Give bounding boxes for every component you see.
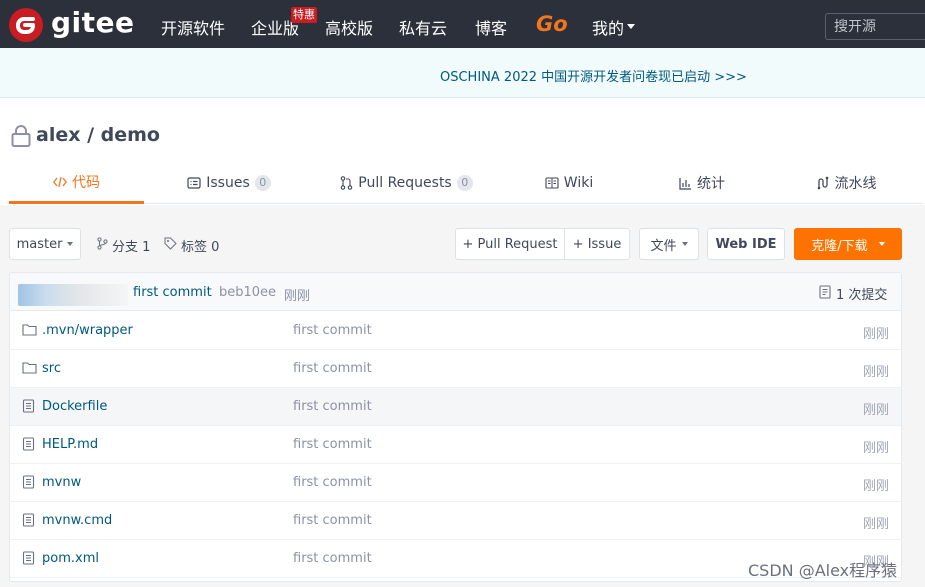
file-name[interactable]: mvnw.cmd — [42, 513, 112, 528]
search-input[interactable] — [825, 13, 925, 40]
file-name[interactable]: .mvn/wrapper — [42, 323, 133, 338]
file-commit-message[interactable]: first commit — [293, 361, 372, 376]
file-commit-message[interactable]: first commit — [293, 513, 372, 528]
file-icon — [22, 513, 35, 532]
gitee-logo-icon[interactable] — [9, 8, 43, 42]
file-commit-message[interactable]: first commit — [293, 551, 372, 566]
nav-item-blog[interactable]: 博客 — [475, 15, 507, 39]
announcement-link[interactable]: OSCHINA 2022 中国开源开发者问卷现已启动 >>> — [440, 66, 747, 85]
table-row[interactable]: .mvn/wrapper first commit 刚刚 — [10, 312, 901, 350]
announcement-banner: OSCHINA 2022 中国开源开发者问卷现已启动 >>> — [0, 48, 925, 98]
new-pull-request-button[interactable]: + Pull Request — [455, 228, 565, 260]
new-issue-button[interactable]: + Issue — [565, 228, 630, 260]
latest-commit-time: 刚刚 — [284, 289, 311, 304]
tab-pipeline[interactable]: 流水线 — [806, 163, 886, 203]
file-time: 刚刚 — [862, 365, 889, 380]
file-menu-label: 文件 — [650, 238, 677, 254]
branches-count: 分支 1 — [112, 240, 151, 255]
latest-commit-message[interactable]: first commit — [133, 285, 212, 300]
table-row[interactable]: src first commit 刚刚 — [10, 350, 901, 388]
chevron-down-icon — [681, 242, 688, 246]
table-row[interactable]: HELP.md first commit 刚刚 — [10, 426, 901, 464]
tab-stats-label: 统计 — [697, 176, 725, 192]
tab-code[interactable]: 代码 — [9, 163, 144, 204]
latest-commit-row: first commit beb10ee 刚刚 1 次提交 — [10, 273, 901, 311]
file-icon — [22, 399, 35, 418]
commit-count: 1 次提交 — [836, 288, 888, 303]
nav-item-mine[interactable]: 我的 — [592, 15, 624, 39]
file-icon — [22, 475, 35, 494]
clone-download-button[interactable]: 克隆/下载 — [794, 228, 902, 260]
chevron-down-icon[interactable] — [627, 24, 635, 29]
issues-count-badge: 0 — [254, 175, 271, 191]
file-time: 刚刚 — [862, 479, 889, 494]
tab-pull-requests[interactable]: Pull Requests 0 — [339, 163, 474, 203]
tags-link[interactable]: 标签 0 — [164, 236, 219, 255]
code-icon — [53, 176, 67, 188]
nav-item-education[interactable]: 高校版 — [325, 15, 373, 39]
repo-tabs: 代码 Issues 0 Pull Requests 0 Wiki 统计 流水线 — [9, 163, 923, 204]
branch-select[interactable]: master — [9, 228, 81, 260]
file-commit-message[interactable]: first commit — [293, 475, 372, 490]
commit-history-icon — [819, 284, 831, 303]
file-name[interactable]: pom.xml — [42, 551, 99, 566]
file-name[interactable]: mvnw — [42, 475, 81, 490]
branches-link[interactable]: 分支 1 — [97, 236, 150, 255]
folder-icon — [22, 323, 37, 341]
chevron-down-icon — [878, 242, 885, 246]
issues-icon — [187, 176, 201, 190]
tab-wiki[interactable]: Wiki — [539, 163, 599, 203]
file-time: 刚刚 — [862, 327, 889, 342]
discount-badge: 特惠 — [291, 7, 317, 23]
watermark: CSDN @Alex程序猿 — [748, 561, 898, 580]
file-commit-message[interactable]: first commit — [293, 399, 372, 414]
file-commit-message[interactable]: first commit — [293, 323, 372, 338]
nav-item-private-cloud[interactable]: 私有云 — [399, 15, 447, 39]
branch-icon — [97, 237, 108, 254]
table-row[interactable]: mvnw first commit 刚刚 — [10, 464, 901, 502]
tab-wiki-label: Wiki — [563, 175, 594, 191]
pull-request-icon — [340, 176, 353, 190]
stats-icon — [679, 177, 692, 190]
file-menu-button[interactable]: 文件 — [639, 228, 699, 260]
file-time: 刚刚 — [862, 517, 889, 532]
pipeline-icon — [816, 176, 830, 190]
tab-pull-requests-label: Pull Requests — [358, 175, 452, 191]
tab-code-label: 代码 — [72, 175, 100, 191]
tag-icon — [164, 237, 177, 254]
gitee-logo-text[interactable]: gitee — [51, 6, 135, 39]
branch-select-label: master — [16, 236, 63, 252]
folder-icon — [22, 361, 37, 379]
table-row[interactable]: mvnw.cmd first commit 刚刚 — [10, 502, 901, 540]
file-name[interactable]: src — [42, 361, 61, 376]
chevron-down-icon — [67, 242, 74, 246]
avatar[interactable] — [18, 284, 128, 306]
file-commit-message[interactable]: first commit — [293, 437, 372, 452]
pull-requests-count-badge: 0 — [456, 175, 473, 191]
file-name[interactable]: HELP.md — [42, 437, 98, 452]
tab-stats[interactable]: 统计 — [672, 163, 732, 203]
wiki-icon — [545, 177, 559, 189]
file-time: 刚刚 — [862, 441, 889, 456]
file-list: first commit beb10ee 刚刚 1 次提交 .mvn/wrapp… — [9, 272, 902, 582]
nav-item-open-source[interactable]: 开源软件 — [161, 15, 225, 39]
top-navigation-bar: gitee 开源软件 企业版 特惠 高校版 私有云 博客 Go 我的 — [0, 0, 925, 48]
lock-icon — [10, 124, 32, 148]
file-icon — [22, 551, 35, 570]
file-icon — [22, 437, 35, 456]
project-title[interactable]: alex / demo — [36, 124, 160, 146]
tab-issues-label: Issues — [206, 175, 250, 191]
tab-pipeline-label: 流水线 — [834, 176, 877, 192]
tab-issues[interactable]: Issues 0 — [184, 163, 274, 203]
nav-item-go[interactable]: Go — [536, 12, 568, 36]
file-name[interactable]: Dockerfile — [42, 399, 107, 414]
tags-count: 标签 0 — [181, 240, 220, 255]
commit-count-link[interactable]: 1 次提交 — [819, 284, 887, 303]
table-row[interactable]: Dockerfile first commit 刚刚 — [10, 388, 901, 426]
latest-commit-hash[interactable]: beb10ee — [219, 285, 276, 300]
web-ide-button[interactable]: Web IDE — [707, 228, 785, 260]
clone-download-label: 克隆/下载 — [811, 238, 868, 254]
file-time: 刚刚 — [862, 403, 889, 418]
